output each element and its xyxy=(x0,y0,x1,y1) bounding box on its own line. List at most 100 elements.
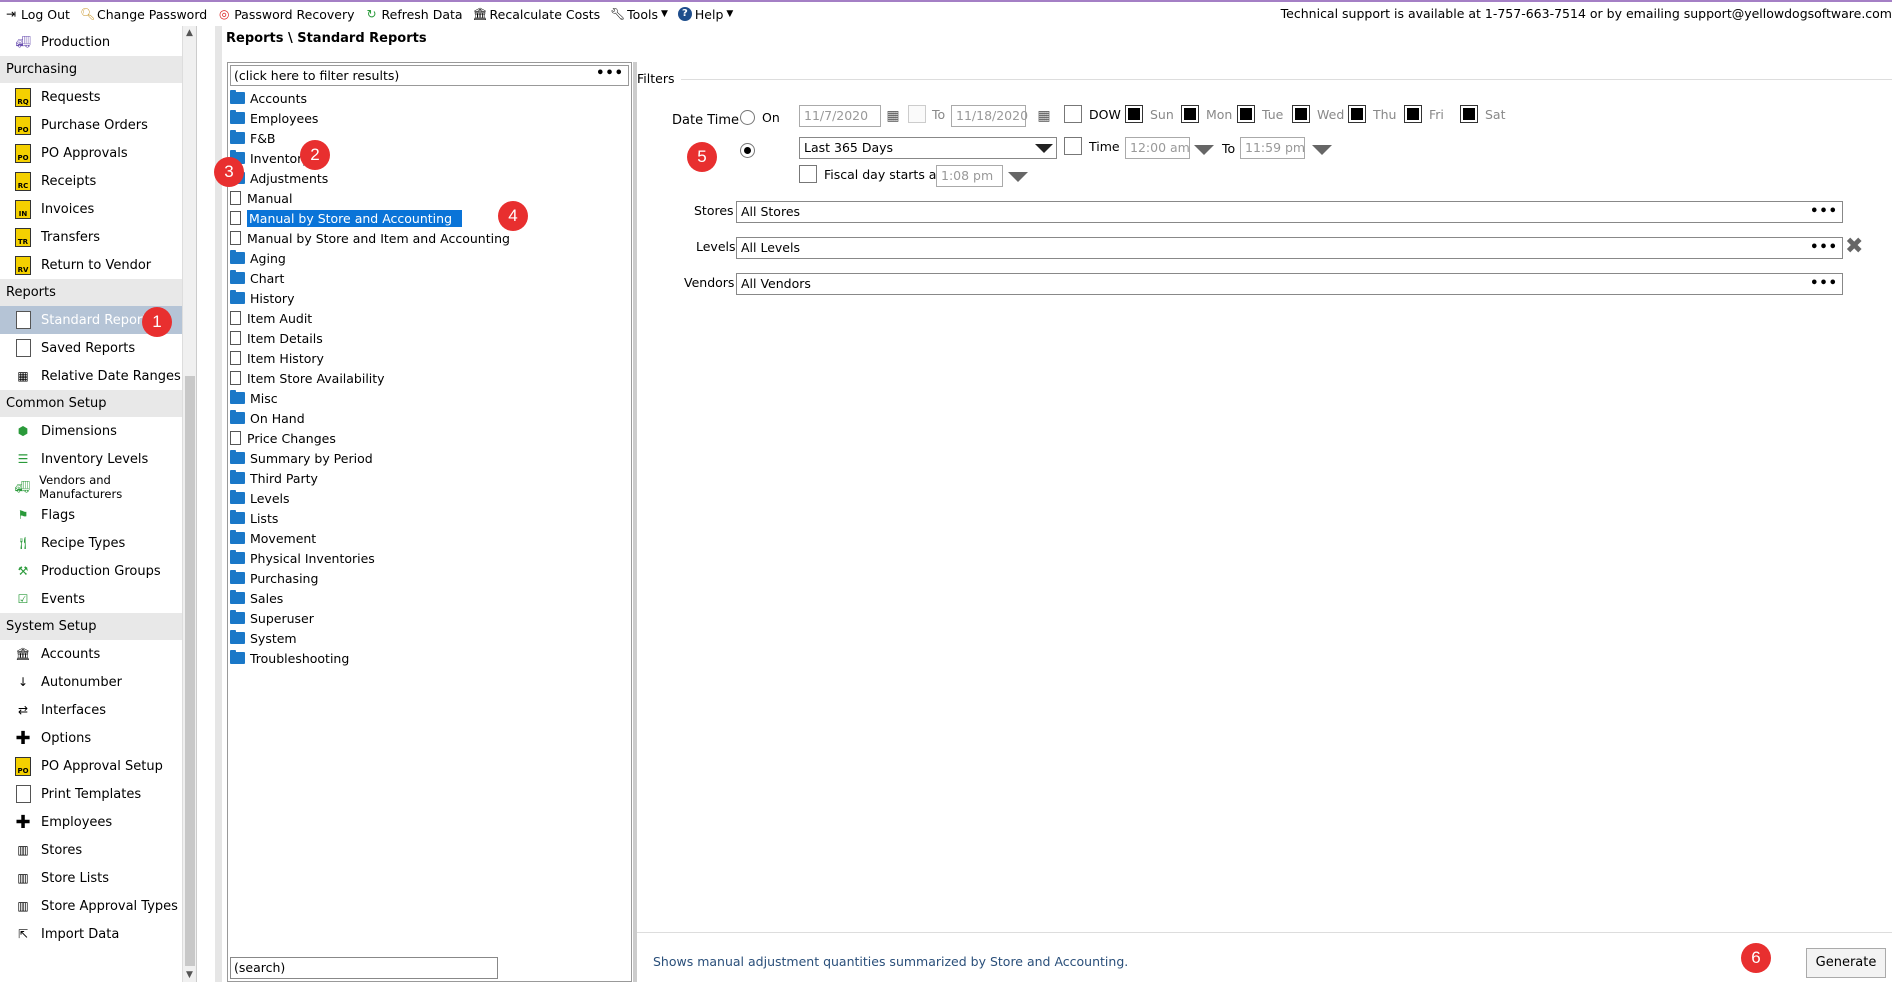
fiscal-time-input[interactable]: 1:08 pm xyxy=(936,165,1003,187)
tree-folder-item[interactable]: Levels xyxy=(230,488,629,508)
fri-checkbox[interactable] xyxy=(1404,105,1422,123)
nav-item-recipe-types[interactable]: 🍴︎ Recipe Types xyxy=(0,529,183,557)
tree-report-item[interactable]: Item History xyxy=(230,348,629,368)
tree-folder-item[interactable]: Aging xyxy=(230,248,629,268)
date-on-radio[interactable] xyxy=(740,110,755,125)
tree-folder-item[interactable]: Physical Inventories xyxy=(230,548,629,568)
nav-item-production-groups[interactable]: ⚒ Production Groups xyxy=(0,557,183,585)
tree-report-item[interactable]: Item Details xyxy=(230,328,629,348)
tree-folder-item[interactable]: Troubleshooting xyxy=(230,648,629,668)
tue-checkbox[interactable] xyxy=(1237,105,1255,123)
left-nav-scrollbar[interactable]: ▲ ▼ xyxy=(182,26,196,982)
tools-menu[interactable]: 🔧︎ Tools ▼ xyxy=(610,7,668,22)
nav-item-po-approvals[interactable]: PO PO Approvals xyxy=(0,139,183,167)
clear-icon[interactable]: ✖ xyxy=(1845,234,1863,259)
nav-item-events[interactable]: ☑ Events xyxy=(0,585,183,613)
tree-folder-item[interactable]: On Hand xyxy=(230,408,629,428)
tree-report-item[interactable]: Price Changes xyxy=(230,428,629,448)
time-to-input[interactable]: 11:59 pm xyxy=(1240,137,1305,159)
nav-item-requests[interactable]: RQ Requests xyxy=(0,83,183,111)
log-out-button[interactable]: ⇥ Log Out xyxy=(4,7,70,22)
chevron-down-icon[interactable] xyxy=(1008,172,1028,182)
scroll-up-icon[interactable]: ▲ xyxy=(186,28,193,38)
nav-item-relative-date-ranges[interactable]: ▦ Relative Date Ranges xyxy=(0,362,183,390)
nav-item-print-templates[interactable]: Print Templates xyxy=(0,780,183,808)
date-range-radio[interactable] xyxy=(740,143,755,158)
nav-item-autonumber[interactable]: ↓ Autonumber xyxy=(0,668,183,696)
time-checkbox[interactable] xyxy=(1064,137,1082,155)
date-range-select[interactable]: Last 365 Days xyxy=(799,137,1057,159)
tree-report-item[interactable]: Item Audit xyxy=(230,308,629,328)
chevron-down-icon[interactable] xyxy=(1194,145,1214,155)
more-icon[interactable]: ••• xyxy=(1810,238,1838,258)
tree-folder-item[interactable]: System xyxy=(230,628,629,648)
date-to-checkbox[interactable] xyxy=(908,105,926,123)
tree-report-item[interactable]: Manual by Store and Item and Accounting xyxy=(230,228,629,248)
more-icon[interactable]: ••• xyxy=(596,64,624,83)
scroll-thumb[interactable] xyxy=(185,376,195,966)
change-password-button[interactable]: 🔍︎ Change Password xyxy=(80,7,207,22)
tree-report-item[interactable]: Manual by Store and Accounting xyxy=(230,208,629,228)
more-icon[interactable]: ••• xyxy=(1810,202,1838,222)
nav-item-production[interactable]: 🚚︎ Production xyxy=(0,28,183,56)
nav-item-stores[interactable]: ▥ Stores xyxy=(0,836,183,864)
time-from-input[interactable]: 12:00 am xyxy=(1125,137,1190,159)
nav-item-options[interactable]: ✚ Options xyxy=(0,724,183,752)
tree-folder-item[interactable]: Third Party xyxy=(230,468,629,488)
nav-item-employees[interactable]: ✚ Employees xyxy=(0,808,183,836)
tree-folder-item[interactable]: Lists xyxy=(230,508,629,528)
help-menu[interactable]: ? Help ▼ xyxy=(677,7,733,22)
tree-folder-item[interactable]: Sales xyxy=(230,588,629,608)
nav-item-return-to-vendor[interactable]: RV Return to Vendor xyxy=(0,251,183,279)
date-to-input[interactable]: 11/18/2020 xyxy=(951,105,1028,127)
nav-item-flags[interactable]: ⚑ Flags xyxy=(0,501,183,529)
scroll-down-icon[interactable]: ▼ xyxy=(186,970,193,980)
more-icon[interactable]: ••• xyxy=(1810,274,1838,294)
nav-item-interfaces[interactable]: ⇄ Interfaces xyxy=(0,696,183,724)
tree-folder-item[interactable]: History xyxy=(230,288,629,308)
tree-folder-item[interactable]: Accounts xyxy=(230,88,629,108)
thu-checkbox[interactable] xyxy=(1348,105,1366,123)
recalculate-costs-button[interactable]: 🏛︎ Recalculate Costs xyxy=(473,7,601,22)
nav-item-dimensions[interactable]: ⬢ Dimensions xyxy=(0,417,183,445)
tree-report-item[interactable]: Item Store Availability xyxy=(230,368,629,388)
tree-search-input[interactable]: (search) xyxy=(230,957,498,979)
nav-item-import-data[interactable]: ⇱ Import Data xyxy=(0,920,183,948)
tree-filter-input[interactable]: (click here to filter results) ••• xyxy=(230,65,629,86)
nav-item-saved-reports[interactable]: Saved Reports xyxy=(0,334,183,362)
tree-folder-item[interactable]: Movement xyxy=(230,528,629,548)
refresh-data-button[interactable]: ↻ Refresh Data xyxy=(365,7,462,22)
nav-item-purchase-orders[interactable]: PO Purchase Orders xyxy=(0,111,183,139)
panel-splitter-2[interactable] xyxy=(633,62,637,982)
nav-item-invoices[interactable]: IN Invoices xyxy=(0,195,183,223)
password-recovery-button[interactable]: ◎ Password Recovery xyxy=(217,7,355,22)
mon-checkbox[interactable] xyxy=(1181,105,1199,123)
nav-item-store-lists[interactable]: ▥ Store Lists xyxy=(0,864,183,892)
tree-folder-item[interactable]: Purchasing xyxy=(230,568,629,588)
nav-item-vendors[interactable]: 🚚︎ Vendors and Manufacturers xyxy=(0,473,183,501)
nav-item-store-approval-types[interactable]: ▥ Store Approval Types xyxy=(0,892,183,920)
fiscal-day-checkbox[interactable] xyxy=(799,165,817,183)
tree-folder-item[interactable]: Summary by Period xyxy=(230,448,629,468)
tree-folder-item[interactable]: Superuser xyxy=(230,608,629,628)
tree-folder-item[interactable]: Misc xyxy=(230,388,629,408)
calendar-icon[interactable]: ▦ xyxy=(884,107,902,125)
nav-item-accounts[interactable]: 🏛︎ Accounts xyxy=(0,640,183,668)
chevron-down-icon[interactable] xyxy=(1312,145,1332,155)
date-from-input[interactable]: 11/7/2020 xyxy=(799,105,881,127)
tree-report-item[interactable]: Manual xyxy=(230,188,629,208)
nav-item-po-approval-setup[interactable]: PO PO Approval Setup xyxy=(0,752,183,780)
tree-folder-item[interactable]: Inventory xyxy=(230,148,629,168)
tree-folder-item[interactable]: Adjustments xyxy=(230,168,629,188)
tree-folder-item[interactable]: Employees xyxy=(230,108,629,128)
vendors-input[interactable]: All Vendors ••• xyxy=(736,273,1843,295)
nav-item-receipts[interactable]: RC Receipts xyxy=(0,167,183,195)
stores-input[interactable]: All Stores ••• xyxy=(736,201,1843,223)
wed-checkbox[interactable] xyxy=(1292,105,1310,123)
generate-button[interactable]: Generate xyxy=(1806,948,1886,978)
nav-item-transfers[interactable]: TR Transfers xyxy=(0,223,183,251)
tree-folder-item[interactable]: F&B xyxy=(230,128,629,148)
levels-input[interactable]: All Levels ••• xyxy=(736,237,1843,259)
sun-checkbox[interactable] xyxy=(1125,105,1143,123)
tree-folder-item[interactable]: Chart xyxy=(230,268,629,288)
